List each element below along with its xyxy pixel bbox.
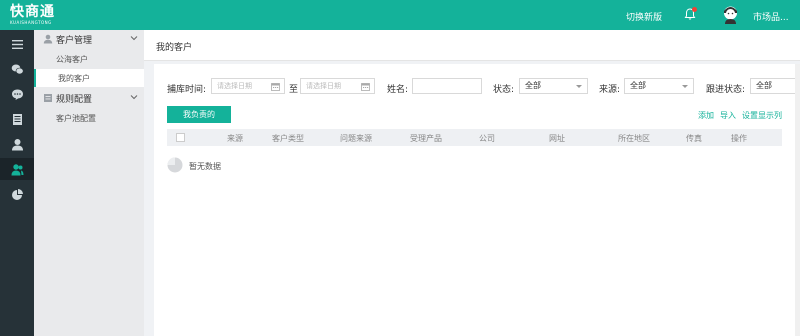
submenu-group-rule-config[interactable]: 规则配置	[34, 89, 144, 107]
date-end-input[interactable]: 请选择日期	[300, 78, 375, 94]
message-icon[interactable]	[0, 83, 34, 105]
avatar[interactable]	[722, 5, 739, 24]
page-title: 我的客户	[156, 43, 193, 53]
tab-my-responsible[interactable]: 我负责的	[167, 106, 231, 123]
submenu-item-label: 我的客户	[58, 74, 90, 83]
to-label: 至	[289, 85, 299, 95]
content-panel	[154, 64, 800, 336]
select-all-checkbox[interactable]	[176, 133, 185, 142]
menu-icon[interactable]	[0, 33, 34, 55]
pie-chart-icon[interactable]	[0, 183, 34, 205]
submenu-group-label: 客户管理	[56, 36, 93, 46]
submenu-item-label: 公海客户	[56, 55, 88, 64]
chat-icon[interactable]	[0, 58, 34, 80]
page-header: 我的客户	[144, 30, 800, 61]
table-header: 来源 客户类型 问题来源 受理产品 公司 网址 所在地区 传真 操作	[167, 129, 782, 146]
logo-text: 快商通	[10, 4, 55, 20]
date-end-placeholder: 请选择日期	[306, 82, 341, 90]
logo-subtext: KUAISHANGTONG	[10, 20, 52, 25]
calendar-icon	[361, 82, 370, 91]
follow-status-select[interactable]: 全部	[750, 78, 800, 94]
top-bar: 快商通 KUAISHANGTONG 切换新版 市场品...	[0, 0, 800, 30]
customers-icon[interactable]	[0, 158, 34, 180]
column-header[interactable]: 操作	[731, 133, 747, 144]
status-select-value: 全部	[525, 81, 541, 90]
follow-status-select-value: 全部	[756, 81, 772, 90]
date-start-input[interactable]: 请选择日期	[211, 78, 285, 94]
column-header[interactable]: 网址	[549, 133, 565, 144]
submenu: 客户管理 公海客户 我的客户 规则配置 客户池配置	[34, 30, 144, 336]
list-icon[interactable]	[0, 108, 34, 130]
date-start-placeholder: 请选择日期	[217, 82, 252, 90]
switch-version-link[interactable]: 切换新版	[626, 10, 662, 23]
dropdown-caret-icon	[576, 85, 582, 88]
source-select[interactable]: 全部	[624, 78, 694, 94]
column-header[interactable]: 来源	[227, 133, 243, 144]
column-header[interactable]: 问题来源	[340, 133, 372, 144]
capture-time-label: 捕库时间:	[167, 85, 207, 95]
calendar-icon	[271, 82, 280, 91]
column-settings-link[interactable]: 设置显示列	[742, 110, 782, 121]
status-select[interactable]: 全部	[519, 78, 588, 94]
column-header[interactable]: 客户类型	[272, 133, 304, 144]
submenu-item-public-customers[interactable]: 公海客户	[34, 50, 144, 68]
vertical-scrollbar[interactable]	[795, 64, 800, 336]
status-label: 状态:	[493, 85, 515, 95]
follow-status-label: 跟进状态:	[706, 85, 746, 95]
name-label: 姓名:	[387, 85, 409, 95]
chevron-down-icon	[130, 34, 138, 42]
username[interactable]: 市场品...	[753, 10, 789, 23]
notification-dot	[692, 7, 697, 12]
submenu-item-customer-pool-config[interactable]: 客户池配置	[34, 109, 144, 127]
empty-pie-icon	[167, 157, 183, 173]
column-header[interactable]: 传真	[686, 133, 702, 144]
name-input[interactable]	[412, 78, 482, 94]
icon-sidebar	[0, 30, 34, 336]
source-select-value: 全部	[630, 81, 646, 90]
dropdown-caret-icon	[682, 85, 688, 88]
user-icon[interactable]	[0, 133, 34, 155]
submenu-item-my-customers[interactable]: 我的客户	[34, 69, 144, 87]
column-header[interactable]: 公司	[479, 133, 495, 144]
add-link[interactable]: 添加	[698, 110, 714, 121]
notification-bell-icon[interactable]	[683, 7, 697, 21]
submenu-group-label: 规则配置	[56, 95, 93, 105]
empty-text: 暂无数据	[189, 162, 221, 171]
rules-icon	[43, 93, 53, 103]
logo: 快商通 KUAISHANGTONG	[10, 4, 55, 26]
column-header[interactable]: 受理产品	[410, 133, 442, 144]
source-label: 来源:	[599, 85, 621, 95]
chevron-down-icon	[130, 93, 138, 101]
submenu-group-customer-management[interactable]: 客户管理	[34, 30, 144, 48]
submenu-item-label: 客户池配置	[56, 114, 96, 123]
column-header[interactable]: 所在地区	[618, 133, 650, 144]
tab-label: 我负责的	[183, 110, 215, 119]
user-icon	[43, 34, 53, 44]
import-link[interactable]: 导入	[720, 110, 736, 121]
